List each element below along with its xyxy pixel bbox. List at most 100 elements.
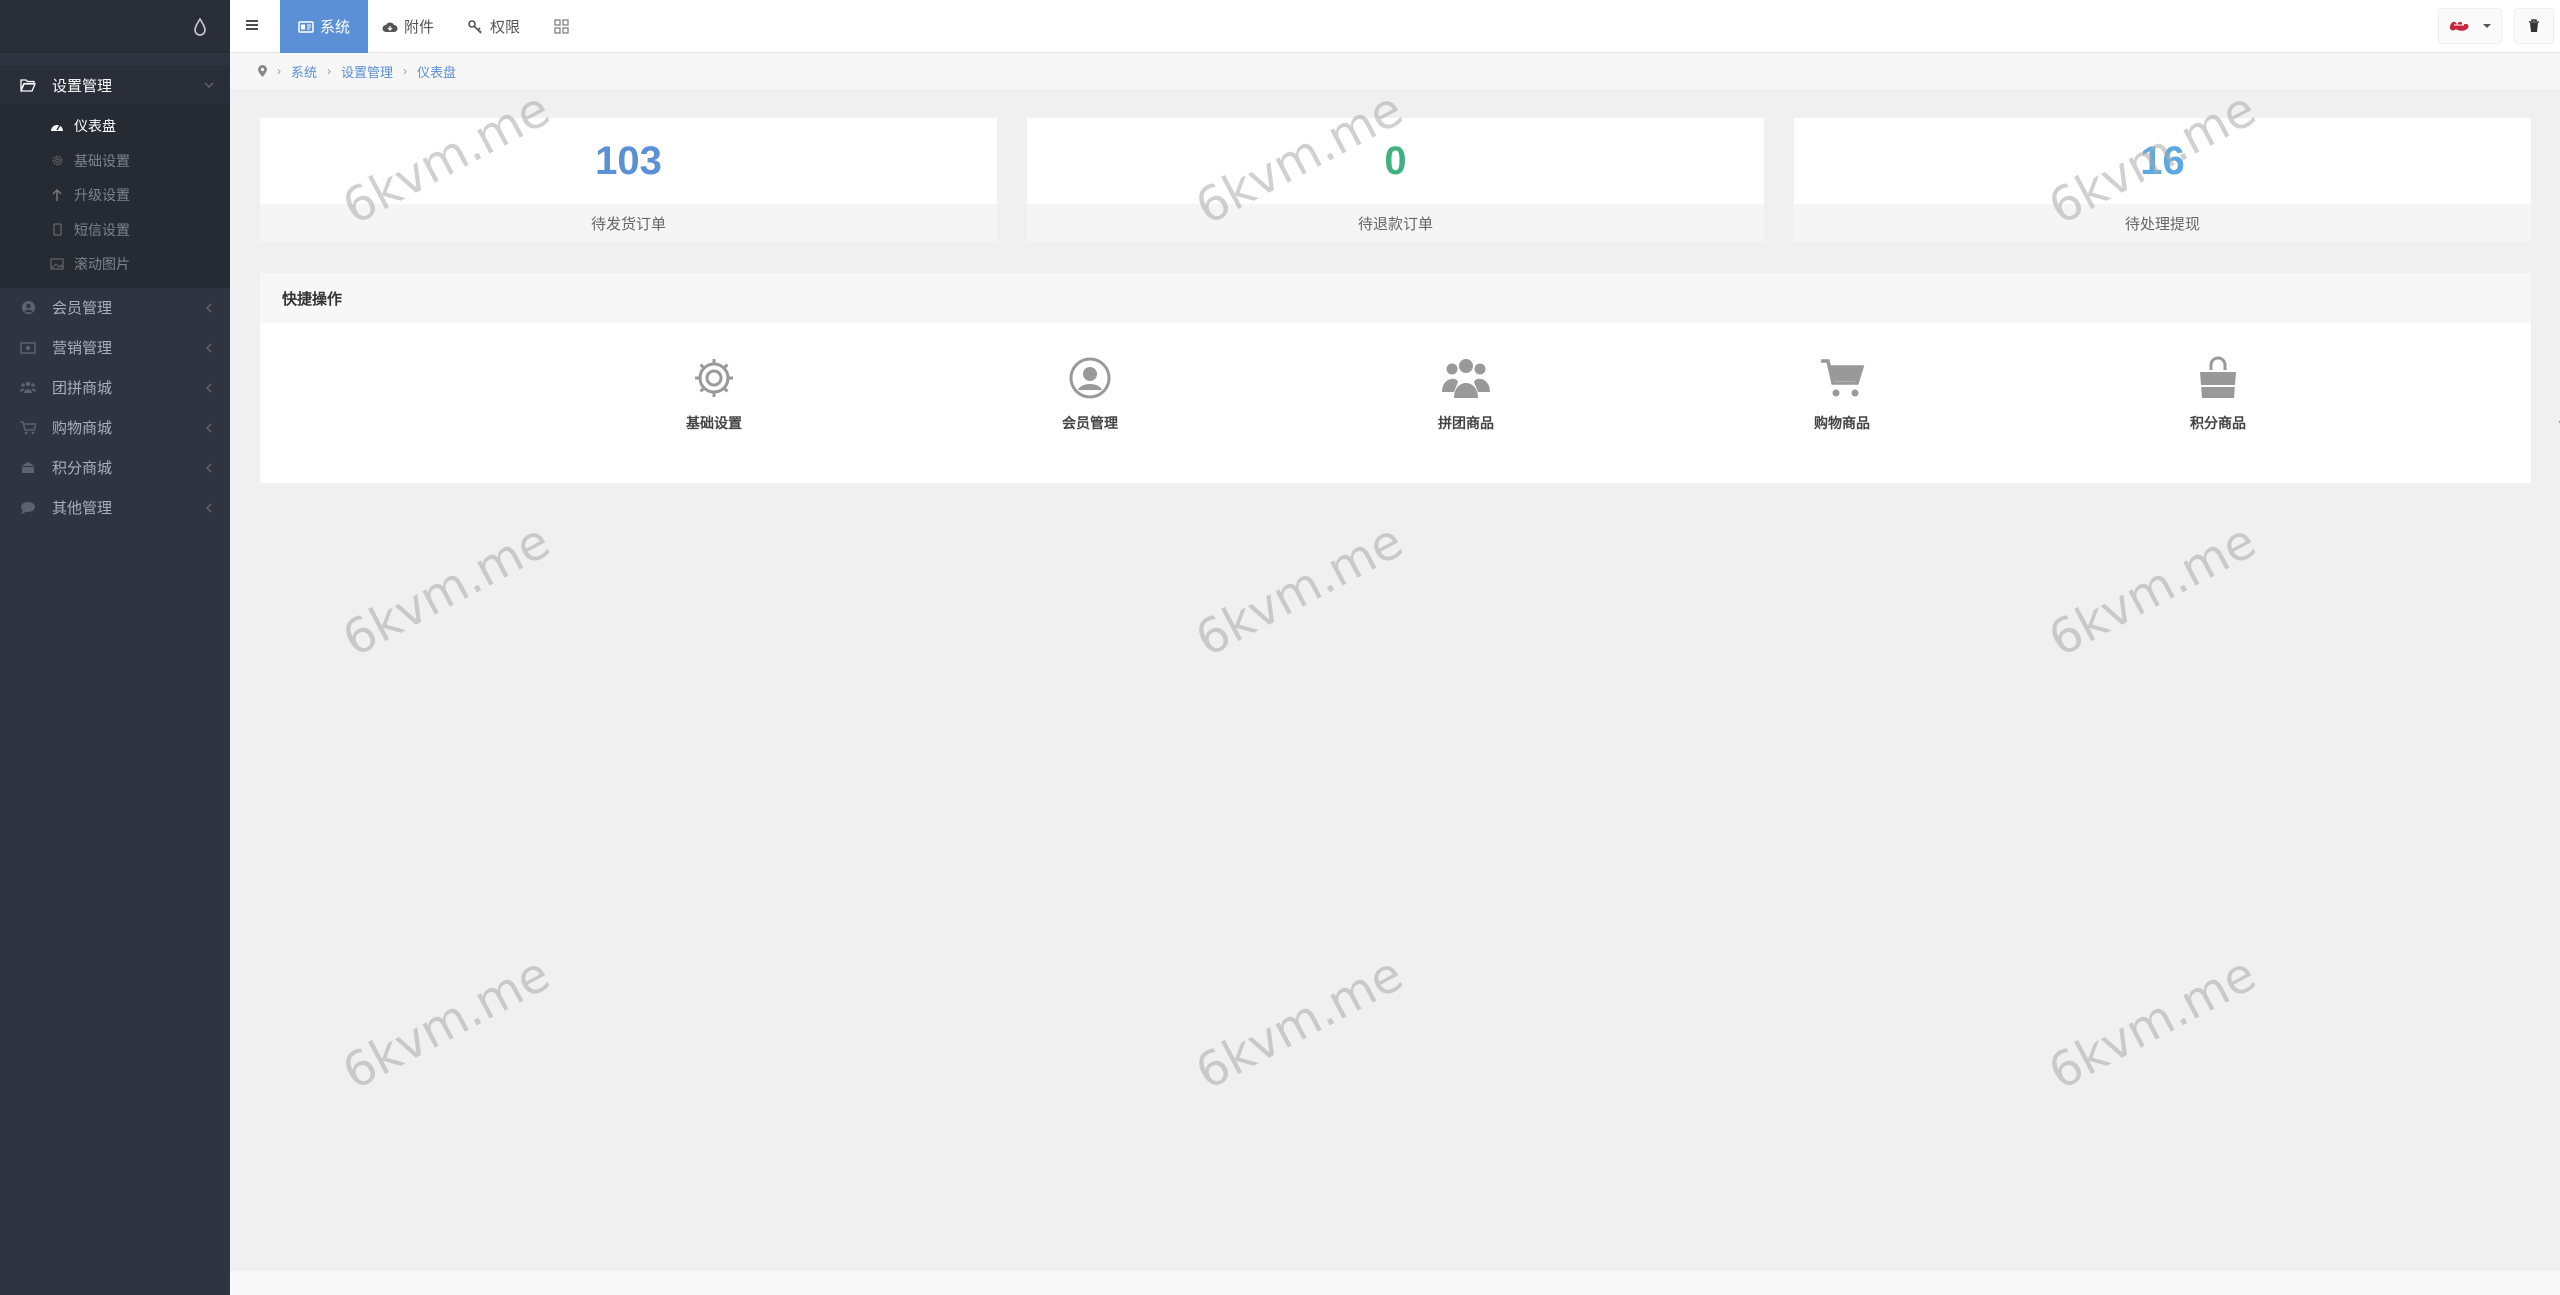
sidebar-subitem-dashboard[interactable]: 仪表盘 <box>0 109 230 144</box>
cart-icon <box>20 420 36 436</box>
stat-value: 16 <box>2140 138 2185 183</box>
tab-apps[interactable] <box>536 0 594 53</box>
sidebar-item-label: 其他管理 <box>52 500 113 517</box>
sidebar-item-points-mall[interactable]: 积分商城 <box>0 448 230 488</box>
sidebar-subitem-carousel-images[interactable]: 滚动图片 <box>0 247 230 282</box>
sidebar-item-label: 积分商城 <box>52 460 113 477</box>
money-icon <box>20 340 36 356</box>
caret-down-icon <box>2483 24 2491 28</box>
quick-group-products[interactable]: 拼团商品 <box>1386 353 1546 433</box>
breadcrumb-item[interactable]: 设置管理 <box>341 62 393 81</box>
stat-card-pending-shipment[interactable]: 103 待发货订单 <box>260 118 997 242</box>
gear-icon <box>50 154 64 168</box>
breadcrumb-separator: › <box>327 64 332 78</box>
key-icon <box>468 19 484 35</box>
quick-label: 购物商品 <box>1814 415 1870 431</box>
avatar <box>2449 21 2469 31</box>
top-navbar: 系统 附件 权限 <box>230 0 2560 53</box>
stat-label: 待发货订单 <box>260 204 997 242</box>
watermark: 6kvm.me <box>1186 945 1412 1101</box>
stat-value: 0 <box>1384 138 1407 183</box>
sidebar-header <box>0 0 230 53</box>
sidebar-item-label: 团拼商城 <box>52 380 113 397</box>
quick-label: 拼团商品 <box>1438 415 1494 431</box>
sidebar-item-members[interactable]: 会员管理 <box>0 288 230 328</box>
quick-label: 会员管理 <box>1062 415 1118 431</box>
mobile-icon <box>50 223 64 237</box>
hamburger-menu-icon[interactable] <box>244 17 260 33</box>
sidebar-subitem-upgrade-settings[interactable]: 升级设置 <box>0 178 230 213</box>
sidebar-subitem-basic-settings[interactable]: 基础设置 <box>0 144 230 179</box>
quick-shopping-products[interactable]: 购物商品 <box>1762 353 1922 433</box>
breadcrumb: › 系统 › 设置管理 › 仪表盘 <box>230 53 2560 89</box>
tab-attachments[interactable]: 附件 <box>364 0 452 53</box>
sidebar-subitem-label: 滚动图片 <box>74 256 130 273</box>
chevron-left-icon <box>206 383 212 392</box>
map-marker-icon <box>258 65 267 77</box>
tab-permissions[interactable]: 权限 <box>450 0 538 53</box>
id-card-icon <box>298 19 314 35</box>
shopping-bag-icon <box>2193 353 2243 403</box>
quick-label: 优惠券管理 <box>2514 413 2560 433</box>
watermark: 6kvm.me <box>2039 512 2265 668</box>
users-icon <box>1441 353 1491 403</box>
chevron-left-icon <box>206 303 212 312</box>
sidebar: 设置管理 仪表盘 基础设置 升级设置 短信设置 滚动图片 会员管理 营销管理 团… <box>0 0 230 1295</box>
user-circle-icon <box>1065 353 1115 403</box>
tab-label: 附件 <box>404 19 435 36</box>
clear-cache-button[interactable] <box>2514 8 2554 44</box>
sidebar-subitem-sms-settings[interactable]: 短信设置 <box>0 213 230 248</box>
sidebar-item-settings[interactable]: 设置管理 <box>0 65 230 105</box>
quick-basic-settings[interactable]: 基础设置 <box>634 353 794 433</box>
arrow-up-icon <box>50 188 64 202</box>
stat-value: 103 <box>595 138 662 183</box>
tab-label: 权限 <box>490 19 521 36</box>
tab-label: 系统 <box>320 19 351 36</box>
users-icon <box>20 380 36 396</box>
comment-icon <box>20 500 36 516</box>
quick-label: 积分商品 <box>2190 415 2246 431</box>
tab-system[interactable]: 系统 <box>280 0 369 53</box>
sidebar-subitem-label: 短信设置 <box>74 221 130 238</box>
quick-actions-title: 快捷操作 <box>260 273 2531 323</box>
chevron-left-icon <box>206 423 212 432</box>
watermark: 6kvm.me <box>333 945 559 1101</box>
sidebar-item-shop[interactable]: 购物商城 <box>0 408 230 448</box>
quick-member-management[interactable]: 会员管理 <box>1010 353 1170 433</box>
sidebar-subitem-label: 仪表盘 <box>74 118 116 135</box>
watermark: 6kvm.me <box>1186 512 1412 668</box>
quick-coupon-management[interactable]: 优惠券管理 <box>2514 353 2560 433</box>
chevron-left-icon <box>206 343 212 352</box>
quick-label: 基础设置 <box>686 415 742 431</box>
cloud-icon <box>382 19 398 35</box>
bank-icon <box>20 460 36 476</box>
settings-submenu: 仪表盘 基础设置 升级设置 短信设置 滚动图片 <box>0 105 230 288</box>
watermark: 6kvm.me <box>2039 945 2265 1101</box>
folder-open-icon <box>20 77 36 93</box>
sidebar-item-label: 营销管理 <box>52 340 113 357</box>
user-menu[interactable] <box>2438 8 2502 44</box>
user-circle-icon <box>20 300 36 316</box>
breadcrumb-separator: › <box>403 64 408 78</box>
sidebar-item-marketing[interactable]: 营销管理 <box>0 328 230 368</box>
breadcrumb-item[interactable]: 仪表盘 <box>417 62 456 81</box>
quick-actions-panel: 快捷操作 基础设置 会员管理 拼团商品 购物商品 积分商品 <box>260 273 2560 483</box>
watermark: 6kvm.me <box>333 512 559 668</box>
cart-icon <box>1817 353 1867 403</box>
sidebar-item-label: 会员管理 <box>52 300 113 317</box>
breadcrumb-item[interactable]: 系统 <box>291 62 317 81</box>
quick-points-products[interactable]: 积分商品 <box>2138 353 2298 433</box>
tint-icon[interactable] <box>192 18 208 36</box>
sidebar-subitem-label: 升级设置 <box>74 187 130 204</box>
sidebar-subitem-label: 基础设置 <box>74 152 130 169</box>
dashboard-icon <box>50 119 64 133</box>
stat-label: 待处理提现 <box>1794 204 2531 242</box>
stat-label: 待退款订单 <box>1027 204 1764 242</box>
trash-icon <box>2529 19 2539 32</box>
sidebar-item-label: 设置管理 <box>52 77 113 95</box>
stat-card-pending-refund[interactable]: 0 待退款订单 <box>1027 118 1764 242</box>
breadcrumb-separator: › <box>277 64 281 78</box>
stat-card-pending-withdrawal[interactable]: 16 待处理提现 <box>1794 118 2531 242</box>
sidebar-item-other[interactable]: 其他管理 <box>0 488 230 528</box>
sidebar-item-group-buy[interactable]: 团拼商城 <box>0 368 230 408</box>
